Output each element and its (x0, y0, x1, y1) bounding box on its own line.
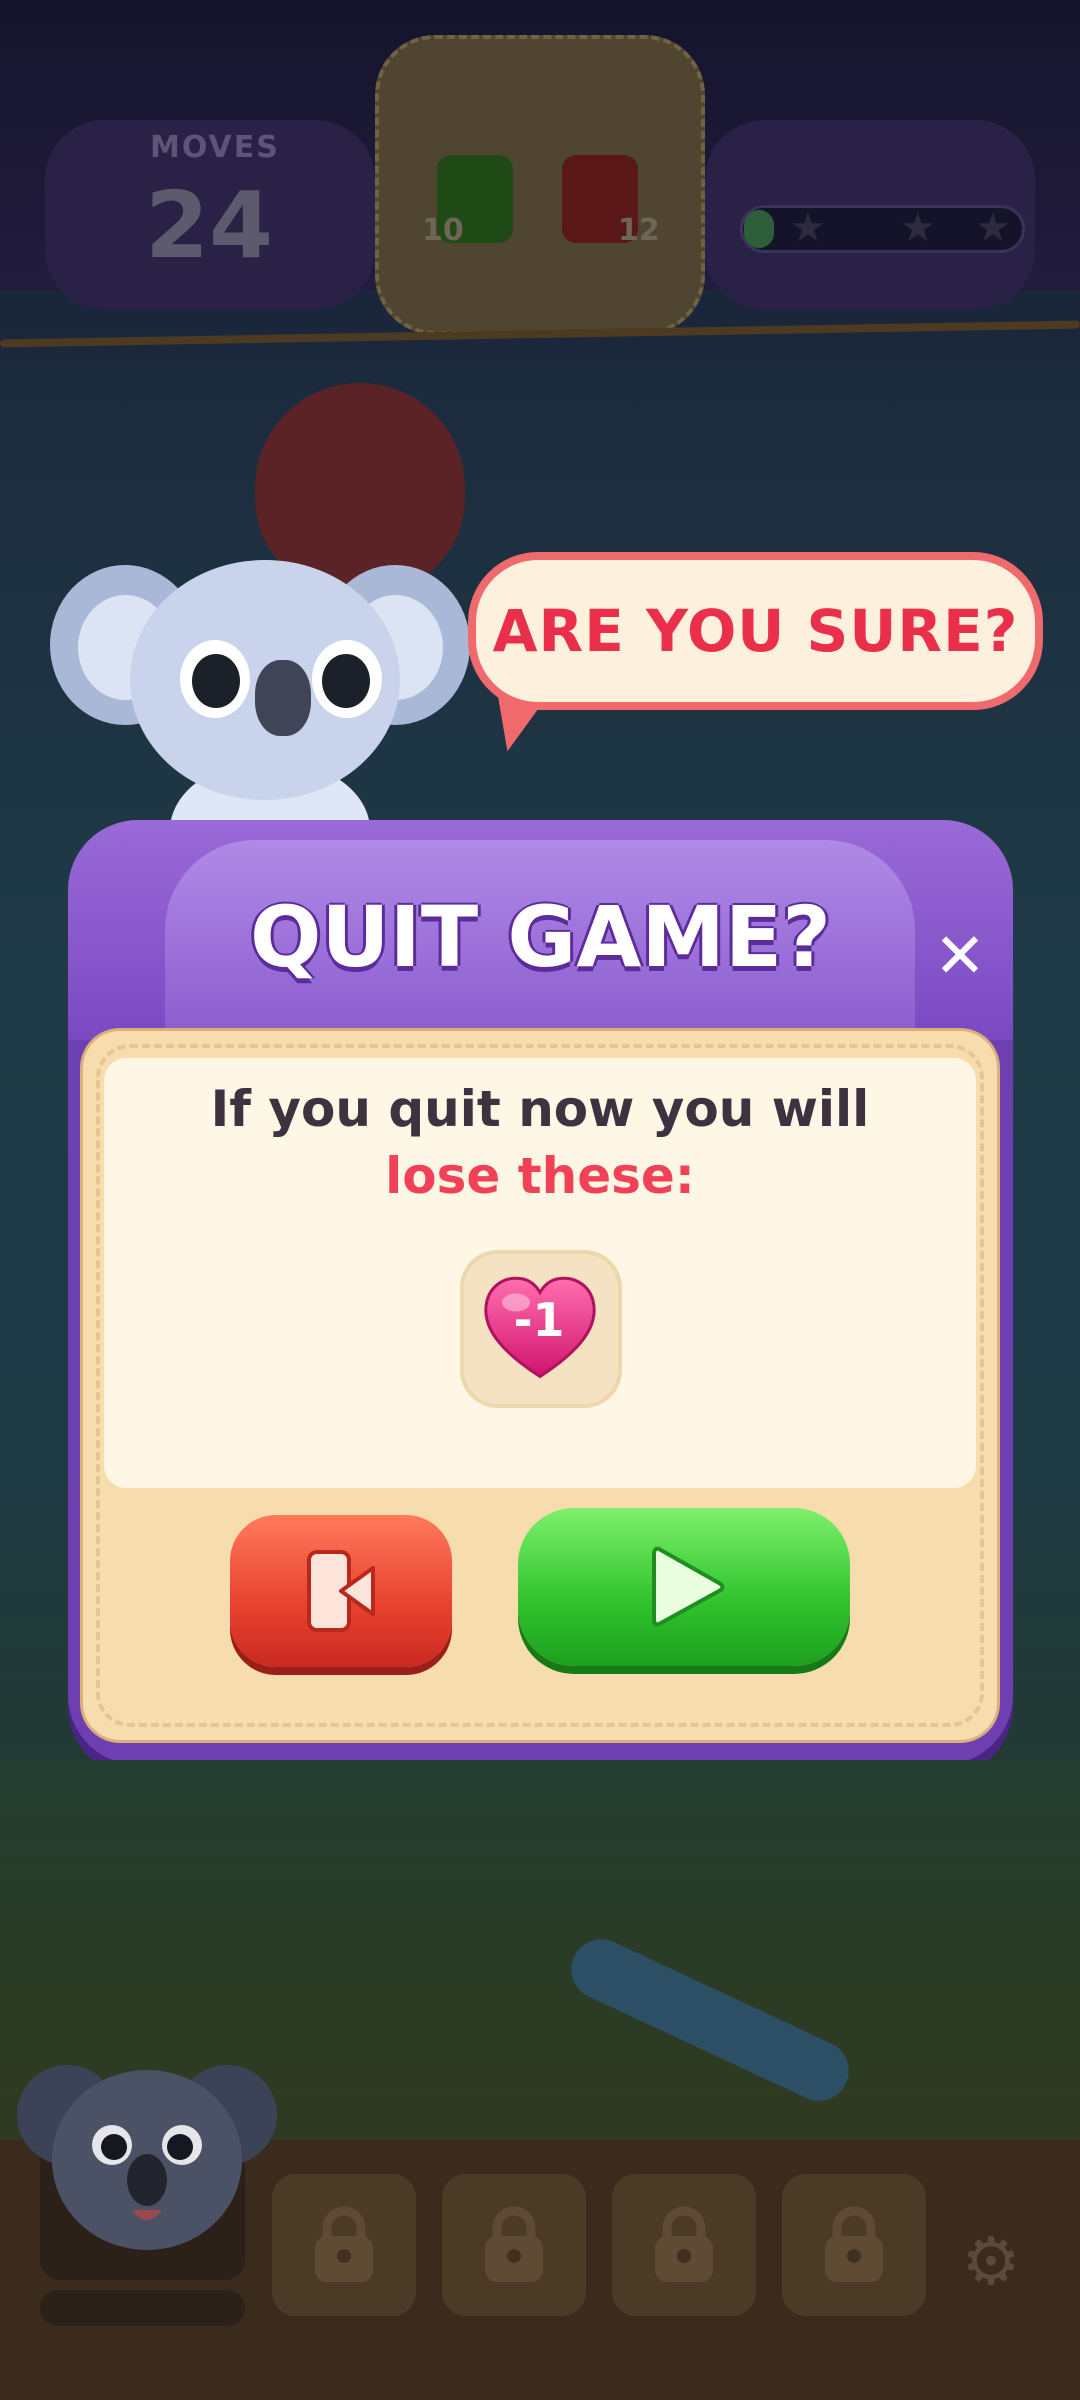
quit-button[interactable] (230, 1515, 452, 1667)
locked-booster-slot[interactable] (778, 2170, 930, 2320)
dialog-message: If you quit now you will (210, 1080, 870, 1138)
lock-icon (825, 2206, 883, 2282)
moves-label: MOVES (150, 130, 280, 165)
red-goal-count: 12 (618, 213, 660, 248)
exit-icon (307, 1550, 375, 1632)
close-icon: ✕ (934, 918, 986, 992)
koala-avatar (17, 2065, 277, 2250)
koala-nose (255, 660, 311, 736)
gear-icon: ⚙ (961, 2222, 1021, 2300)
close-button[interactable]: ✕ (920, 915, 1000, 995)
star-icon: ★ (790, 205, 826, 251)
continue-play-button[interactable] (518, 1508, 850, 1666)
moves-count: 24 (145, 172, 274, 279)
green-goal-count: 10 (422, 213, 464, 248)
koala-pupil (322, 654, 370, 708)
loss-item-label: -1 (513, 1293, 565, 1347)
speech-bubble-text: ARE YOU SURE? (492, 597, 1019, 665)
koala-pupil (192, 654, 240, 708)
locked-booster-slot[interactable] (438, 2170, 590, 2320)
play-icon (652, 1546, 725, 1627)
goals-panel (375, 35, 705, 335)
settings-button[interactable]: ⚙ (955, 2222, 1027, 2300)
dialog-title: QUIT GAME? (249, 888, 832, 986)
score-progress-fill (744, 210, 774, 248)
lock-icon (315, 2206, 373, 2282)
locked-booster-slot[interactable] (608, 2170, 760, 2320)
game-scene: MOVES 24 10 12 ★ ★ ★ ARE YOU SURE? QUIT … (0, 0, 1080, 2400)
lock-icon (485, 2206, 543, 2282)
dialog-warning: lose these: (385, 1147, 695, 1205)
locked-booster-slot[interactable] (268, 2170, 420, 2320)
star-icon: ★ (975, 205, 1011, 251)
avatar-base (40, 2290, 245, 2326)
speech-bubble: ARE YOU SURE? (468, 552, 1043, 710)
star-icon: ★ (900, 205, 936, 251)
lock-icon (655, 2206, 713, 2282)
